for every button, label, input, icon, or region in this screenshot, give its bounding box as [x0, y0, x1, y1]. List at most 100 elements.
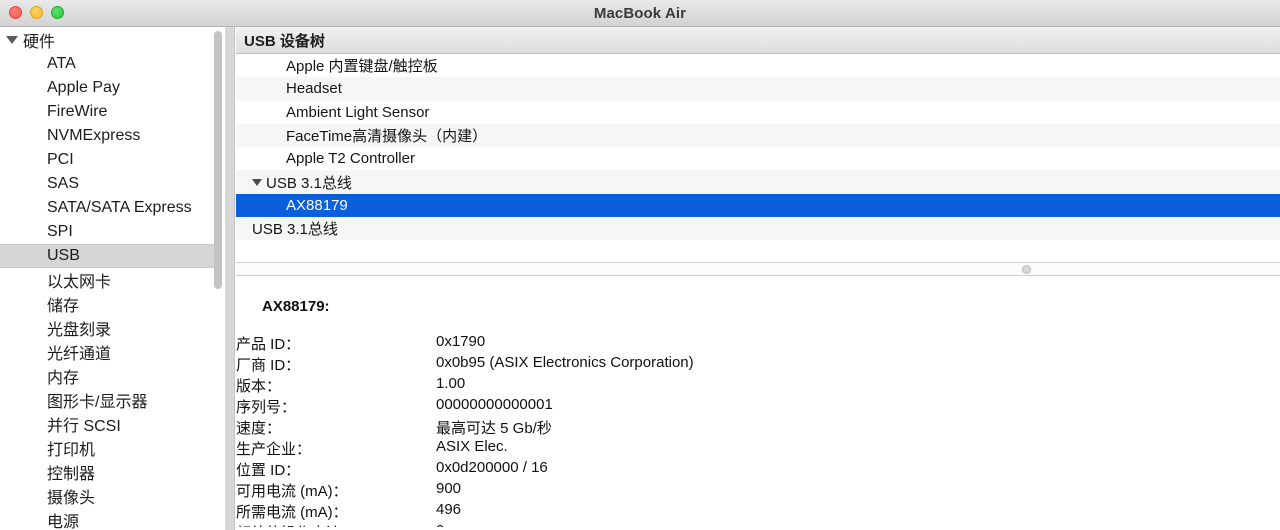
detail-property-value: 496	[436, 501, 462, 518]
sidebar-item-[interactable]: 控制器	[0, 460, 225, 484]
device-tree: Apple 内置键盘/触控板 Headset Ambient Light Senso…	[236, 54, 1280, 262]
sidebar-item-[interactable]: 摄像头	[0, 484, 225, 508]
panel-splitter[interactable]	[236, 262, 1280, 276]
device-tree-row-label: USB 3.1总线	[266, 174, 352, 192]
device-tree-row[interactable]: Apple T2 Controller	[236, 147, 1280, 171]
sidebar-item-[interactable]: 光盘刻录	[0, 316, 225, 340]
device-tree-row[interactable]: FaceTime高清摄像头（内建）	[236, 123, 1280, 148]
device-tree-row-content: FaceTime高清摄像头（内建）	[236, 125, 487, 146]
detail-property-value: 00000000000001	[436, 396, 553, 413]
device-tree-row-content: USB 3.1总线	[236, 218, 338, 239]
device-tree-row-label: Apple T2 Controller	[286, 150, 415, 168]
detail-property-key: 序列号：	[236, 399, 297, 416]
sidebar-item-[interactable]: 图形卡/显示器	[0, 388, 225, 412]
sidebar-item-nvmexpress[interactable]: NVMExpress	[0, 124, 225, 148]
sidebar-item-label: 电源	[47, 514, 80, 530]
main-panel: USB 设备树 Apple 内置键盘/触控板 Headset Ambient Lig…	[236, 27, 1280, 530]
device-tree-row-label: AX88179	[286, 196, 348, 214]
splitter-handle[interactable]	[1022, 265, 1031, 274]
sidebar-scrollbar[interactable]	[214, 29, 223, 528]
sidebar-item-label: SAS	[47, 175, 80, 192]
detail-property-value: ASIX Elec.	[436, 438, 508, 455]
sidebar-item-sata-sata-express[interactable]: SATA/SATA Express	[0, 196, 225, 220]
detail-property-row: 速度： 最高可达 5 Gb/秒	[236, 417, 694, 438]
detail-property-key: 厂商 ID：	[236, 357, 301, 374]
sidebar-item-label: 图形卡/显示器	[47, 394, 148, 411]
detail-property-value: 0x1790	[436, 333, 486, 350]
sidebar-item-label: SATA/SATA Express	[47, 199, 192, 216]
detail-property-row: 可用电流 (mA)： 900	[236, 480, 694, 501]
device-tree-row[interactable]: AX88179	[236, 193, 1280, 218]
sidebar-item-label: 储存	[47, 298, 80, 315]
sidebar-scrollbar-thumb[interactable]	[214, 31, 222, 289]
sidebar-item-apple-pay[interactable]: Apple Pay	[0, 76, 225, 100]
detail-property-key: 速度：	[236, 420, 282, 437]
sidebar-item-label: 控制器	[47, 466, 96, 483]
device-tree-row-content: Ambient Light Sensor	[236, 104, 429, 121]
detail-title: AX88179:	[262, 298, 330, 315]
detail-property-row: 厂商 ID： 0x0b95 (ASIX Electronics Corporati…	[236, 354, 694, 375]
device-tree-row-label: USB 3.1总线	[252, 221, 338, 239]
disclosure-triangle-icon[interactable]	[252, 178, 262, 186]
detail-panel: AX88179: 产品 ID： 0x1790 厂商 ID： 0x0b95 (ASIX …	[236, 276, 1280, 527]
sidebar-item-label: 并行 SCSI	[47, 418, 121, 435]
device-tree-header: USB 设备树	[236, 27, 1280, 54]
device-tree-row-content: USB 3.1总线	[236, 172, 352, 193]
sidebar-item-[interactable]: 打印机	[0, 436, 225, 460]
device-tree-row[interactable]: USB 3.1总线	[236, 217, 1280, 241]
sidebar-item-label: Apple Pay	[47, 79, 120, 96]
detail-property-key: 版本：	[236, 378, 282, 395]
device-tree-row-label: Ambient Light Sensor	[286, 103, 430, 121]
sidebar-item-[interactable]: 以太网卡	[0, 268, 225, 292]
device-tree-row-content: Apple T2 Controller	[236, 150, 415, 167]
detail-property-row: 生产企业： ASIX Elec.	[236, 438, 694, 459]
sidebar-item-label: 摄像头	[47, 490, 96, 507]
sidebar: 硬件 ATA Apple Pay FireWire NVMExpress PCI SAS S…	[0, 27, 225, 530]
detail-property-key: 生产企业：	[236, 441, 312, 458]
device-tree-row[interactable]: Headset	[236, 77, 1280, 101]
device-tree-row-label: FaceTime高清摄像头（内建）	[286, 128, 488, 146]
sidebar-item-label: 光盘刻录	[47, 322, 112, 339]
detail-property-row: 额外的操作电流 (mA)：0	[236, 522, 694, 527]
device-tree-row-label: Headset	[286, 80, 342, 98]
detail-property-row: 版本： 1.00	[236, 375, 694, 396]
sidebar-item-usb[interactable]: USB	[0, 244, 216, 268]
sidebar-group-label: 硬件	[23, 33, 56, 51]
sidebar-item-label: ATA	[47, 55, 76, 72]
system-information-window: MacBook Air 硬件 ATA Apple Pay FireWire NVMEx…	[0, 0, 1280, 530]
sidebar-item-label: 内存	[47, 370, 80, 387]
detail-property-row: 位置 ID： 0x0d200000 / 16	[236, 459, 694, 480]
sidebar-item-[interactable]: 储存	[0, 292, 225, 316]
sidebar-item-label: SPI	[47, 223, 73, 240]
detail-property-value: 0x0b95 (ASIX Electronics Corporation)	[436, 354, 694, 371]
device-tree-row-content: AX88179	[236, 197, 348, 214]
sidebar-item-ata[interactable]: ATA	[0, 52, 225, 76]
detail-property-key: 可用电流 (mA)：	[236, 483, 348, 500]
device-tree-row[interactable]: Ambient Light Sensor	[236, 100, 1280, 124]
sidebar-group-hardware[interactable]: 硬件	[0, 27, 225, 52]
detail-property-value: 1.00	[436, 375, 466, 392]
sidebar-item-pci[interactable]: PCI	[0, 148, 225, 172]
sidebar-item-[interactable]: 光纤通道	[0, 340, 225, 364]
detail-property-value: 900	[436, 480, 462, 497]
sidebar-item-[interactable]: 电源	[0, 508, 225, 530]
detail-property-value: 0	[436, 522, 694, 527]
sidebar-item-label: USB	[47, 247, 80, 264]
sidebar-item-scsi[interactable]: 并行 SCSI	[0, 412, 225, 436]
sidebar-item-spi[interactable]: SPI	[0, 220, 225, 244]
sidebar-item-[interactable]: 内存	[0, 364, 225, 388]
sidebar-item-label: PCI	[47, 151, 74, 168]
disclosure-triangle-icon[interactable]	[6, 35, 18, 44]
detail-property-key: 所需电流 (mA)：	[236, 504, 348, 521]
sidebar-item-label: 光纤通道	[47, 346, 112, 363]
device-tree-row[interactable]: USB 3.1总线	[236, 170, 1280, 194]
sidebar-item-sas[interactable]: SAS	[0, 172, 225, 196]
device-tree-row[interactable]: Apple 内置键盘/触控板	[236, 54, 1280, 78]
detail-property-row: 序列号： 00000000000001	[236, 396, 694, 417]
device-tree-row-content: Headset	[236, 80, 342, 97]
sidebar-item-firewire[interactable]: FireWire	[0, 100, 225, 124]
sidebar-item-label: 以太网卡	[47, 274, 112, 291]
device-tree-row-label: Apple 内置键盘/触控板	[286, 58, 438, 76]
detail-property-key: 产品 ID：	[236, 336, 301, 353]
detail-property-key: 额外的操作电流 (mA)：	[236, 522, 436, 527]
